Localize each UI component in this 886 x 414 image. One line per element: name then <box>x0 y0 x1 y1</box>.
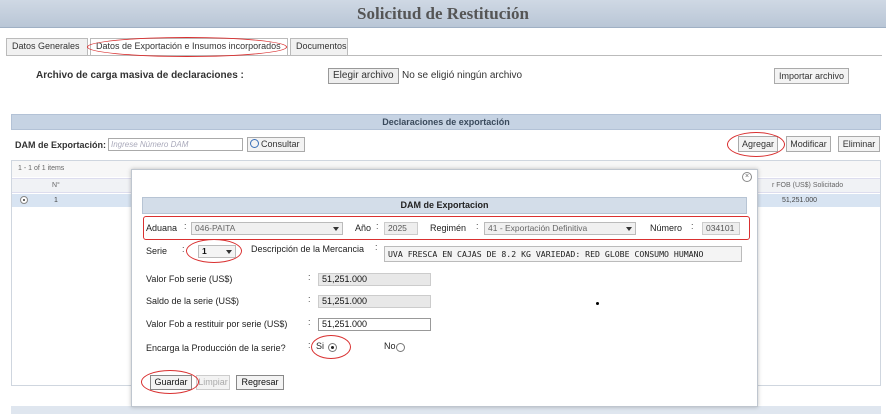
restituir-input[interactable]: 51,251.000 <box>318 318 431 331</box>
annotation-oval-add <box>727 132 785 157</box>
dam-search-label: DAM de Exportación: <box>15 140 107 150</box>
desc-label: Descripción de la Mercancia <box>251 244 365 254</box>
annotation-oval-save <box>141 370 199 394</box>
close-icon[interactable]: × <box>742 172 752 182</box>
grid-header-n: N° <box>52 182 60 189</box>
consult-button[interactable]: Consultar <box>247 137 305 152</box>
annotation-oval-tab <box>87 37 287 57</box>
bottom-section-bar <box>11 406 881 414</box>
grid-header-fob: r FOB (US$) Solicitado <box>772 182 844 189</box>
colon: : <box>375 242 378 252</box>
upload-label: Archivo de carga masiva de declaraciones… <box>36 70 244 81</box>
valor-fob-field: 51,251.000 <box>318 273 431 286</box>
clear-button[interactable]: Limpiar <box>196 375 230 390</box>
colon: : <box>182 244 185 254</box>
dam-search-input[interactable]: Ingrese Número DAM <box>108 138 243 151</box>
row-select-radio[interactable] <box>20 196 28 204</box>
no-label: No <box>384 341 396 351</box>
section-title: Declaraciones de exportación <box>11 114 881 130</box>
saldo-label: Saldo de la serie (US$) <box>146 296 240 306</box>
file-status: No se eligió ningún archivo <box>402 70 523 81</box>
valor-fob-label: Valor Fob serie (US$) <box>146 274 233 284</box>
tab-documentos[interactable]: Documentos <box>290 38 348 55</box>
colon: : <box>308 294 311 304</box>
encarga-label: Encarga la Producción de la serie? <box>146 343 286 353</box>
no-radio[interactable] <box>396 343 405 352</box>
import-file-button[interactable]: Importar archivo <box>774 68 849 84</box>
row-n: 1 <box>54 197 58 204</box>
consult-button-label: Consultar <box>261 139 300 149</box>
search-icon <box>250 139 259 148</box>
back-button[interactable]: Regresar <box>236 375 284 390</box>
restituir-label: Valor Fob a restituir por serie (US$) <box>146 319 288 329</box>
dam-modal: × DAM de Exportacion Aduana : 046-PAITA … <box>131 169 758 407</box>
desc-field: UVA FRESCA EN CAJAS DE 8.2 KG VARIEDAD: … <box>384 246 742 262</box>
delete-button[interactable]: Eliminar <box>838 136 880 152</box>
annotation-oval-serie <box>186 239 242 263</box>
modal-title: DAM de Exportacion <box>142 197 747 214</box>
stray-dot <box>596 302 599 305</box>
page-title: Solicitud de Restitución <box>0 0 886 28</box>
annotation-oval-si <box>311 335 351 359</box>
choose-file-button[interactable]: Elegir archivo <box>328 68 399 84</box>
annotation-rect-dam <box>143 216 750 240</box>
colon: : <box>308 317 311 327</box>
saldo-field: 51,251.000 <box>318 295 431 308</box>
colon: : <box>308 272 311 282</box>
tab-datos-generales[interactable]: Datos Generales <box>6 38 88 55</box>
modify-button[interactable]: Modificar <box>786 136 831 152</box>
serie-label: Serie <box>146 246 168 256</box>
row-fob: 51,251.000 <box>782 197 818 204</box>
